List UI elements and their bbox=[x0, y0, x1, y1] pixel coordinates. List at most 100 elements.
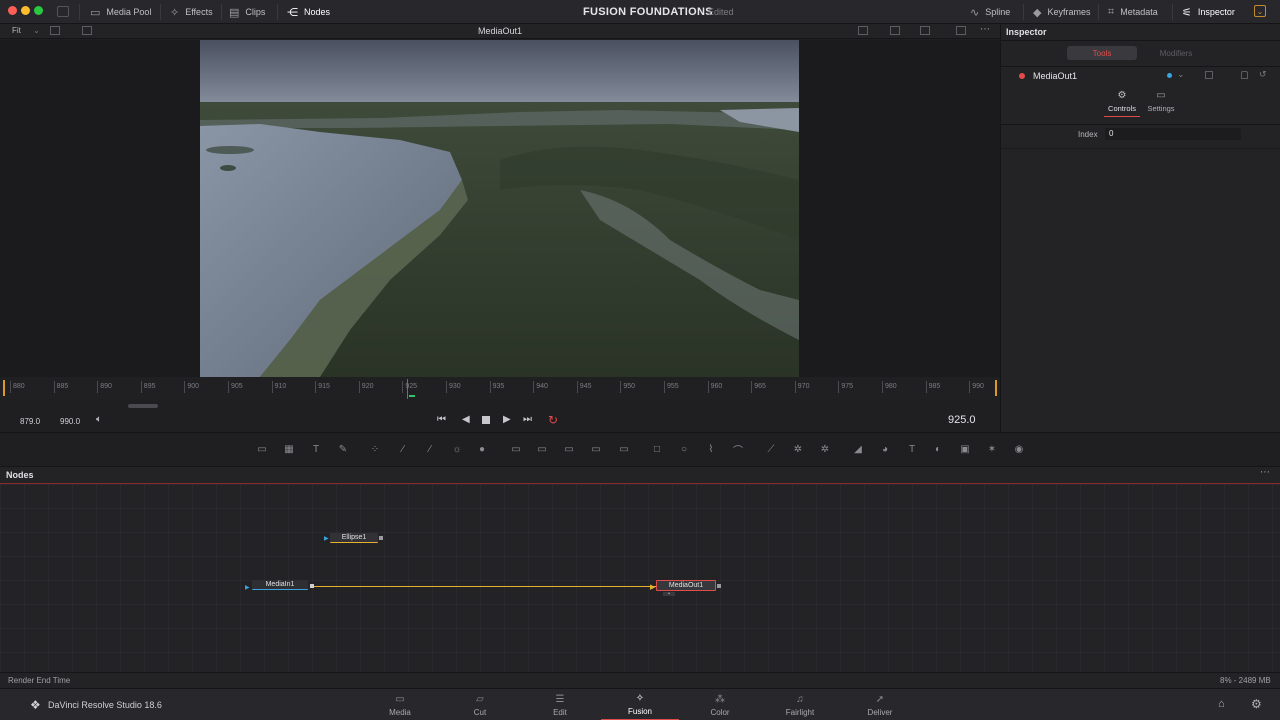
go-to-end-icon[interactable]: ⏭︎ bbox=[523, 414, 532, 425]
range-end-marker[interactable] bbox=[995, 380, 997, 396]
subtab-controls[interactable]: ⚙ Controls bbox=[1104, 90, 1140, 120]
pin-icon[interactable] bbox=[1205, 71, 1213, 79]
edit-page-icon: ☰ bbox=[555, 693, 565, 705]
media-pool-button[interactable]: ▭ Media Pool bbox=[90, 0, 151, 24]
tab-cut[interactable]: ▱ Cut bbox=[441, 689, 519, 720]
minimize-window-button[interactable] bbox=[21, 6, 30, 15]
tab-edit[interactable]: ☰ Edit bbox=[521, 689, 599, 720]
planar-tracker-icon[interactable]: ✲ bbox=[791, 442, 805, 456]
output-port[interactable] bbox=[379, 536, 383, 540]
metadata-button[interactable]: ⌗ Metadata bbox=[1108, 0, 1158, 24]
blur-tool-icon[interactable]: ∕ bbox=[396, 442, 410, 456]
chevron-down-icon[interactable]: ⌄ bbox=[1177, 69, 1185, 80]
ruler-tick-line bbox=[969, 381, 971, 393]
text-tool-icon[interactable]: T bbox=[309, 442, 323, 456]
text3d-tool-icon[interactable]: T bbox=[905, 442, 919, 456]
shape3d-tool-icon[interactable]: ◢ bbox=[851, 442, 865, 456]
light3d-tool-icon[interactable]: ✶ bbox=[985, 442, 999, 456]
end-frame-field[interactable]: 990.0 bbox=[60, 417, 80, 426]
more-options-icon[interactable]: ⋯ bbox=[980, 24, 990, 35]
node-editor-canvas[interactable]: ▶ ▶ Ellipse1 ▶ MediaIn1 MediaOut1 • bbox=[0, 484, 1280, 672]
zoom-fit-dropdown[interactable]: Fit ⌄ bbox=[12, 26, 40, 35]
spline-button[interactable]: ∿ Spline bbox=[970, 0, 1010, 24]
ellipse-mask-icon[interactable]: ○ bbox=[677, 442, 691, 456]
bspline-mask-icon[interactable]: ⌒ bbox=[731, 442, 745, 457]
rectangle-mask-icon[interactable]: □ bbox=[650, 442, 664, 456]
mediain1-node[interactable]: MediaIn1 bbox=[252, 580, 308, 590]
color-correct-tool-icon[interactable]: ∕ bbox=[423, 442, 437, 456]
gear-icon[interactable]: ⚙ bbox=[1251, 697, 1262, 711]
divider bbox=[79, 4, 80, 20]
background-tool-icon[interactable]: ▭ bbox=[255, 442, 269, 456]
inspector-button[interactable]: ⚟ Inspector bbox=[1182, 0, 1235, 24]
play-forward-icon[interactable]: ▶ bbox=[503, 414, 511, 425]
node-active-dot[interactable] bbox=[1019, 73, 1025, 79]
keyframes-button[interactable]: ◆ Keyframes bbox=[1033, 0, 1090, 24]
split-view-icon[interactable] bbox=[956, 26, 966, 35]
playhead[interactable] bbox=[407, 379, 408, 399]
node-color-dot[interactable] bbox=[1167, 73, 1172, 78]
channel-booleans-tool-icon[interactable]: ▭ bbox=[535, 442, 549, 456]
panel-toggle-icon[interactable] bbox=[57, 6, 69, 17]
mediaout1-node[interactable]: MediaOut1 bbox=[656, 580, 716, 591]
lut-icon[interactable] bbox=[82, 26, 92, 35]
viewer-header: Fit ⌄ MediaOut1 ⋯ bbox=[0, 24, 1000, 39]
index-field[interactable]: 0 bbox=[1105, 128, 1241, 140]
tab-tools[interactable]: Tools bbox=[1067, 46, 1137, 60]
particles-tool-icon[interactable]: ⁘ bbox=[368, 442, 382, 456]
tab-media[interactable]: ▭ Media bbox=[361, 689, 439, 720]
view-options-icon[interactable] bbox=[50, 26, 60, 35]
camera3d-tool-icon[interactable]: ◐ bbox=[931, 442, 945, 456]
clips-button[interactable]: ▤ Clips bbox=[229, 0, 265, 24]
subtab-settings[interactable]: ▭ Settings bbox=[1143, 90, 1179, 120]
tab-modifiers[interactable]: Modifiers bbox=[1141, 46, 1211, 60]
drop-tool-icon[interactable]: ● bbox=[475, 442, 489, 456]
audio-speaker-icon[interactable]: 🔈︎ bbox=[96, 414, 102, 425]
tab-fusion[interactable]: ✧ Fusion bbox=[601, 689, 679, 720]
more-options-icon[interactable]: ⋯ bbox=[1260, 467, 1270, 478]
close-window-button[interactable] bbox=[8, 6, 17, 15]
matte-tool-icon[interactable]: ▭ bbox=[589, 442, 603, 456]
time-ruler[interactable]: 880 885 890 895 900 905 910 915 920 925 930 935 940 9… bbox=[0, 377, 1000, 399]
image-plane3d-tool-icon[interactable]: ◉ bbox=[1012, 442, 1026, 456]
color-channel-icon[interactable] bbox=[890, 26, 900, 35]
reset-icon[interactable]: ↺ bbox=[1259, 69, 1267, 80]
merge-tool-icon[interactable]: ▭ bbox=[509, 442, 523, 456]
merge3d-tool-icon[interactable]: ◕ bbox=[878, 442, 892, 456]
current-frame-field[interactable]: 925.0 bbox=[948, 414, 976, 426]
home-icon[interactable]: ⌂ bbox=[1218, 698, 1225, 710]
ellipse1-node[interactable]: Ellipse1 bbox=[330, 533, 378, 543]
renderer3d-tool-icon[interactable]: ▣ bbox=[958, 442, 972, 456]
loop-icon[interactable]: ↻ bbox=[548, 413, 558, 427]
effects-button[interactable]: ✧ Effects bbox=[170, 0, 213, 24]
fusion-page-icon: ✧ bbox=[635, 692, 645, 704]
output-port[interactable] bbox=[717, 584, 721, 588]
polygon-mask-icon[interactable]: ⌇ bbox=[704, 442, 718, 456]
start-frame-field[interactable]: 879.0 bbox=[20, 417, 40, 426]
node-sub-port[interactable]: • bbox=[663, 592, 675, 597]
expand-inspector-icon[interactable]: ⌄ bbox=[1254, 5, 1266, 17]
tab-deliver[interactable]: ➚ Deliver bbox=[841, 689, 919, 720]
zoom-window-button[interactable] bbox=[34, 6, 43, 15]
image-plane-tool-icon[interactable]: ▦ bbox=[282, 442, 296, 456]
nodes-button[interactable]: ⋲ Nodes bbox=[287, 0, 330, 24]
play-reverse-icon[interactable]: ◀ bbox=[462, 414, 470, 425]
grid-icon[interactable] bbox=[920, 26, 930, 35]
tab-color[interactable]: ⁂ Color bbox=[681, 689, 759, 720]
resize-tool-icon[interactable]: ▭ bbox=[617, 442, 631, 456]
tracker-tool-icon[interactable]: ⟋ bbox=[764, 442, 778, 456]
stop-icon[interactable] bbox=[482, 416, 490, 424]
ruler-tick-label: 890 bbox=[100, 383, 112, 390]
roi-icon[interactable] bbox=[858, 26, 868, 35]
paint-tool-icon[interactable]: ✎ bbox=[336, 442, 350, 456]
stabilizer-tool-icon[interactable]: ✲ bbox=[818, 442, 832, 456]
ruler-tick-line bbox=[315, 381, 317, 393]
output-port[interactable] bbox=[310, 584, 314, 588]
brightness-tool-icon[interactable]: ☼ bbox=[450, 442, 464, 456]
range-start-marker[interactable] bbox=[3, 380, 5, 396]
transform-tool-icon[interactable]: ▭ bbox=[562, 442, 576, 456]
tab-fairlight[interactable]: ♫ Fairlight bbox=[761, 689, 839, 720]
timeline-scrollbar[interactable] bbox=[128, 404, 158, 408]
lock-icon[interactable] bbox=[1241, 71, 1248, 79]
go-to-start-icon[interactable]: ⏮︎ bbox=[437, 414, 446, 425]
